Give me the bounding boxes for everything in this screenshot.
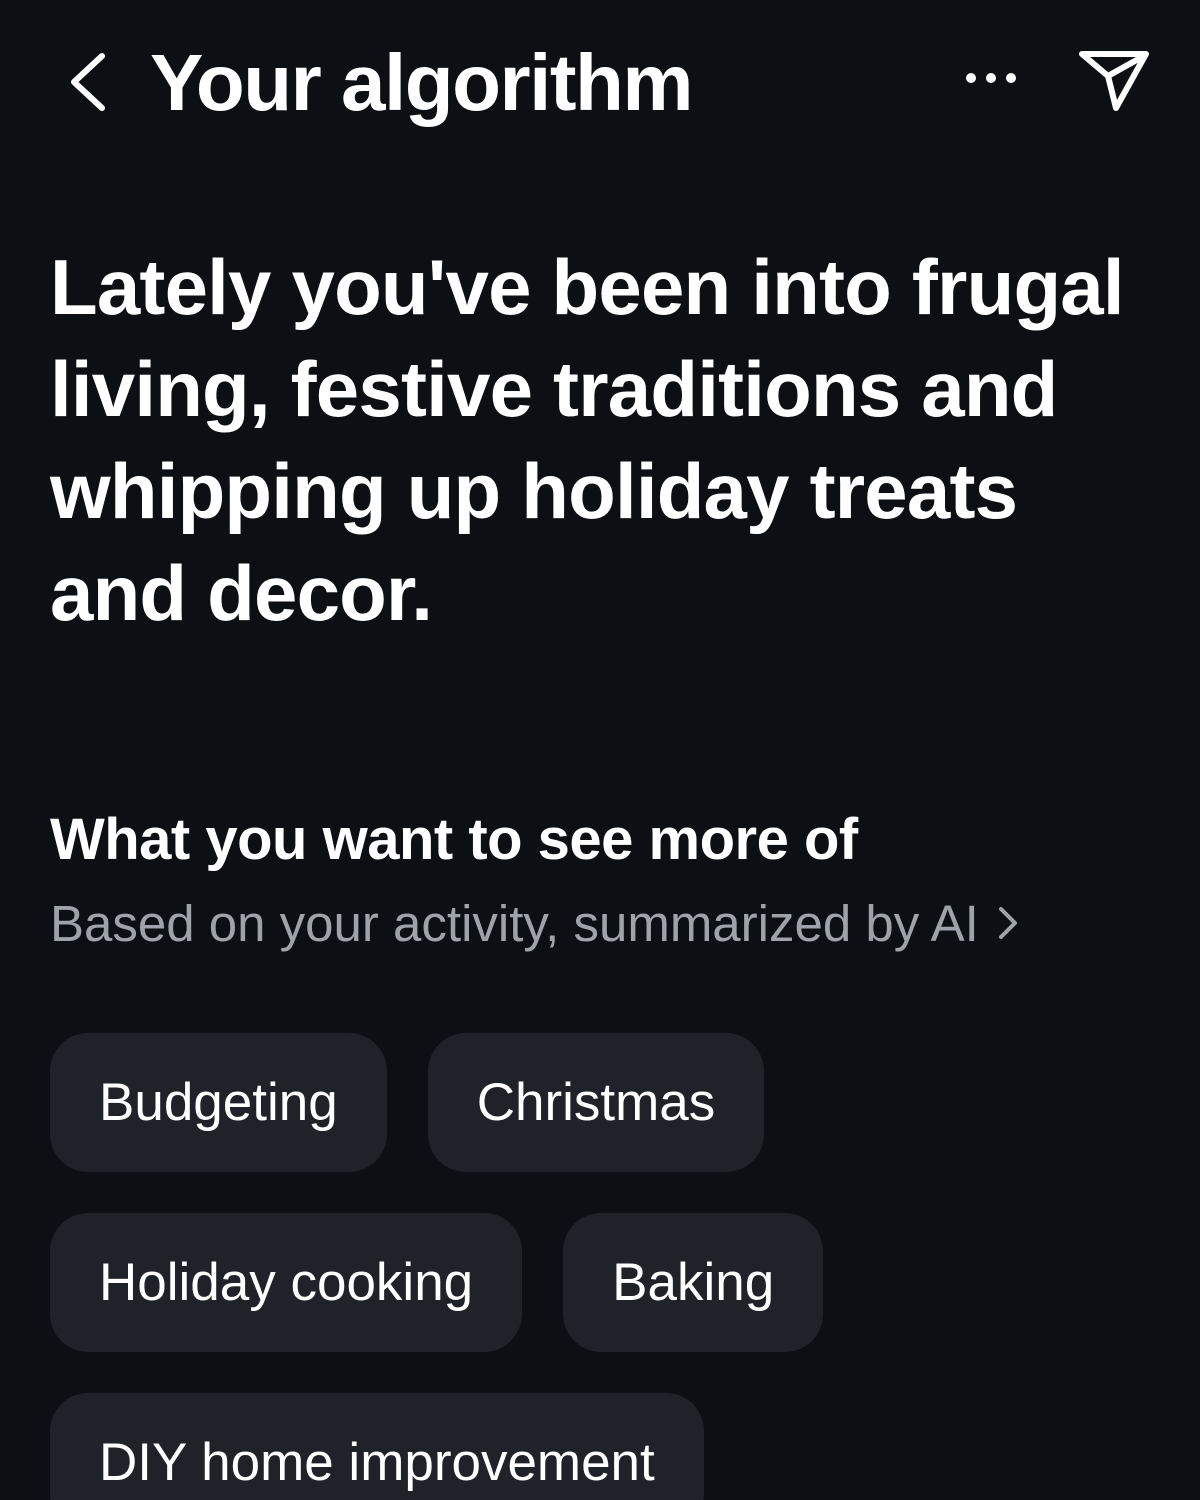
share-button[interactable] — [1072, 40, 1156, 120]
more-options-button[interactable] — [956, 56, 1026, 100]
topic-chip-holiday-cooking[interactable]: Holiday cooking — [50, 1213, 523, 1352]
ai-summary-link[interactable]: Based on your activity, summarized by AI — [50, 888, 1019, 958]
topic-chip-christmas[interactable]: Christmas — [427, 1033, 765, 1172]
send-icon — [1079, 51, 1149, 111]
topic-chip-list: Budgeting Christmas Holiday cooking Baki… — [50, 1033, 1160, 1500]
header: Your algorithm — [0, 0, 1200, 160]
topic-chip-baking[interactable]: Baking — [563, 1213, 824, 1352]
page-title: Your algorithm — [150, 38, 693, 127]
back-button[interactable] — [56, 42, 116, 122]
chevron-left-icon — [71, 53, 105, 111]
interest-summary: Lately you've been into frugal living, f… — [50, 243, 1125, 637]
chevron-right-icon — [997, 903, 1019, 943]
topic-chip-budgeting[interactable]: Budgeting — [50, 1033, 387, 1172]
more-horizontal-icon — [966, 73, 1016, 83]
section-title: What you want to see more of — [50, 807, 858, 872]
section-subtitle: Based on your activity, summarized by AI — [50, 894, 979, 952]
algorithm-screen: Your algorithm Lately you've been into f… — [0, 0, 1200, 1500]
topic-chip-diy-home-improvement[interactable]: DIY home improvement — [50, 1393, 704, 1500]
